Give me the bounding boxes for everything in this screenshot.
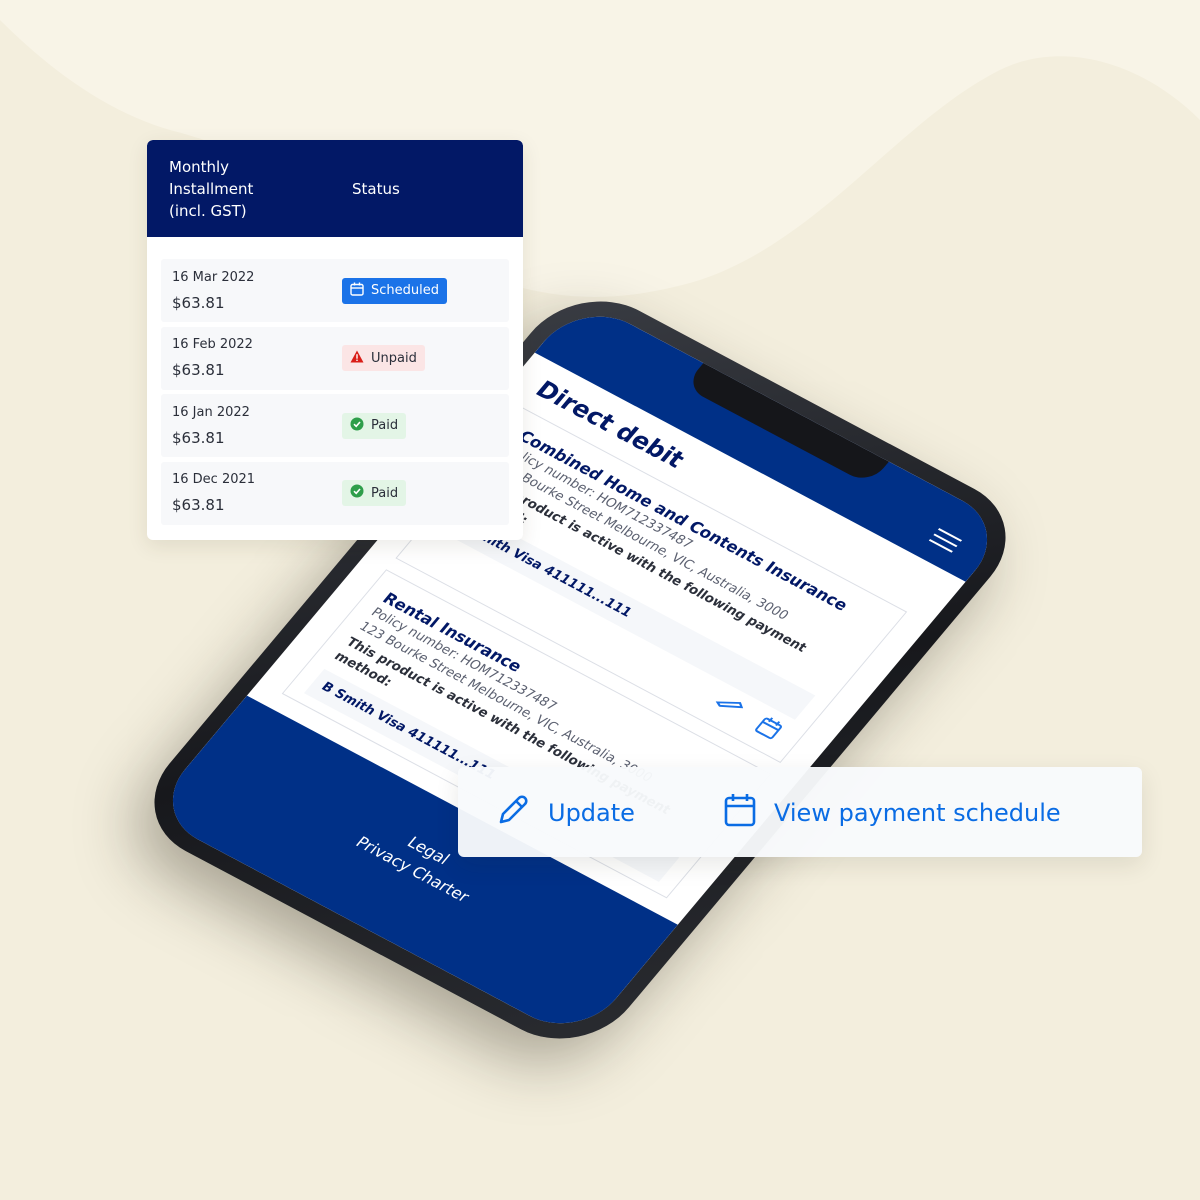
- calendar-icon[interactable]: [750, 714, 787, 745]
- row-amount: $63.81: [172, 293, 225, 312]
- header-amount: Monthly Installment (incl. GST): [169, 157, 254, 220]
- status-badge: Unpaid: [342, 345, 425, 371]
- view-payment-schedule-label: View payment schedule: [774, 799, 1061, 827]
- warning-icon: [350, 350, 364, 367]
- status-label: Paid: [371, 418, 399, 433]
- status-badge: Paid: [342, 480, 407, 506]
- calendar-icon: [724, 793, 756, 833]
- row-amount: $63.81: [172, 361, 225, 379]
- update-label: Update: [548, 799, 635, 827]
- calendar-icon: [350, 282, 364, 300]
- row-date: 16 Jan 2022: [172, 404, 250, 420]
- schedule-rows: 16 Mar 2022 $63.81 Scheduled 16 Feb 2022…: [147, 237, 523, 525]
- table-row: 16 Mar 2022 $63.81 Scheduled: [161, 259, 509, 322]
- update-button[interactable]: Update: [496, 793, 635, 833]
- row-date: 16 Dec 2021: [172, 472, 256, 487]
- table-row: 16 Jan 2022 $63.81 Paid: [161, 394, 509, 457]
- check-circle-icon: [350, 484, 364, 502]
- status-badge: Scheduled: [342, 277, 447, 304]
- action-bar: Update View payment schedule: [458, 767, 1142, 857]
- check-circle-icon: [350, 417, 364, 435]
- status-label: Scheduled: [371, 283, 439, 298]
- row-date: 16 Mar 2022: [172, 269, 255, 285]
- schedule-header: Monthly Installment (incl. GST) Status: [147, 140, 523, 237]
- pencil-icon: [496, 793, 530, 833]
- table-row: 16 Feb 2022 $63.81 Unpaid: [161, 326, 509, 390]
- table-row: 16 Dec 2021 $63.81 Paid: [161, 461, 509, 525]
- status-label: Unpaid: [371, 350, 417, 366]
- header-status: Status: [352, 179, 400, 198]
- status-label: Paid: [371, 485, 399, 501]
- payment-schedule-card: Monthly Installment (incl. GST) Status 1…: [147, 140, 523, 540]
- row-date: 16 Feb 2022: [172, 337, 253, 352]
- pencil-icon[interactable]: [707, 691, 747, 724]
- row-amount: $63.81: [172, 428, 225, 447]
- row-amount: $63.81: [172, 496, 225, 514]
- status-badge: Paid: [342, 412, 407, 439]
- view-payment-schedule-button[interactable]: View payment schedule: [724, 793, 1061, 833]
